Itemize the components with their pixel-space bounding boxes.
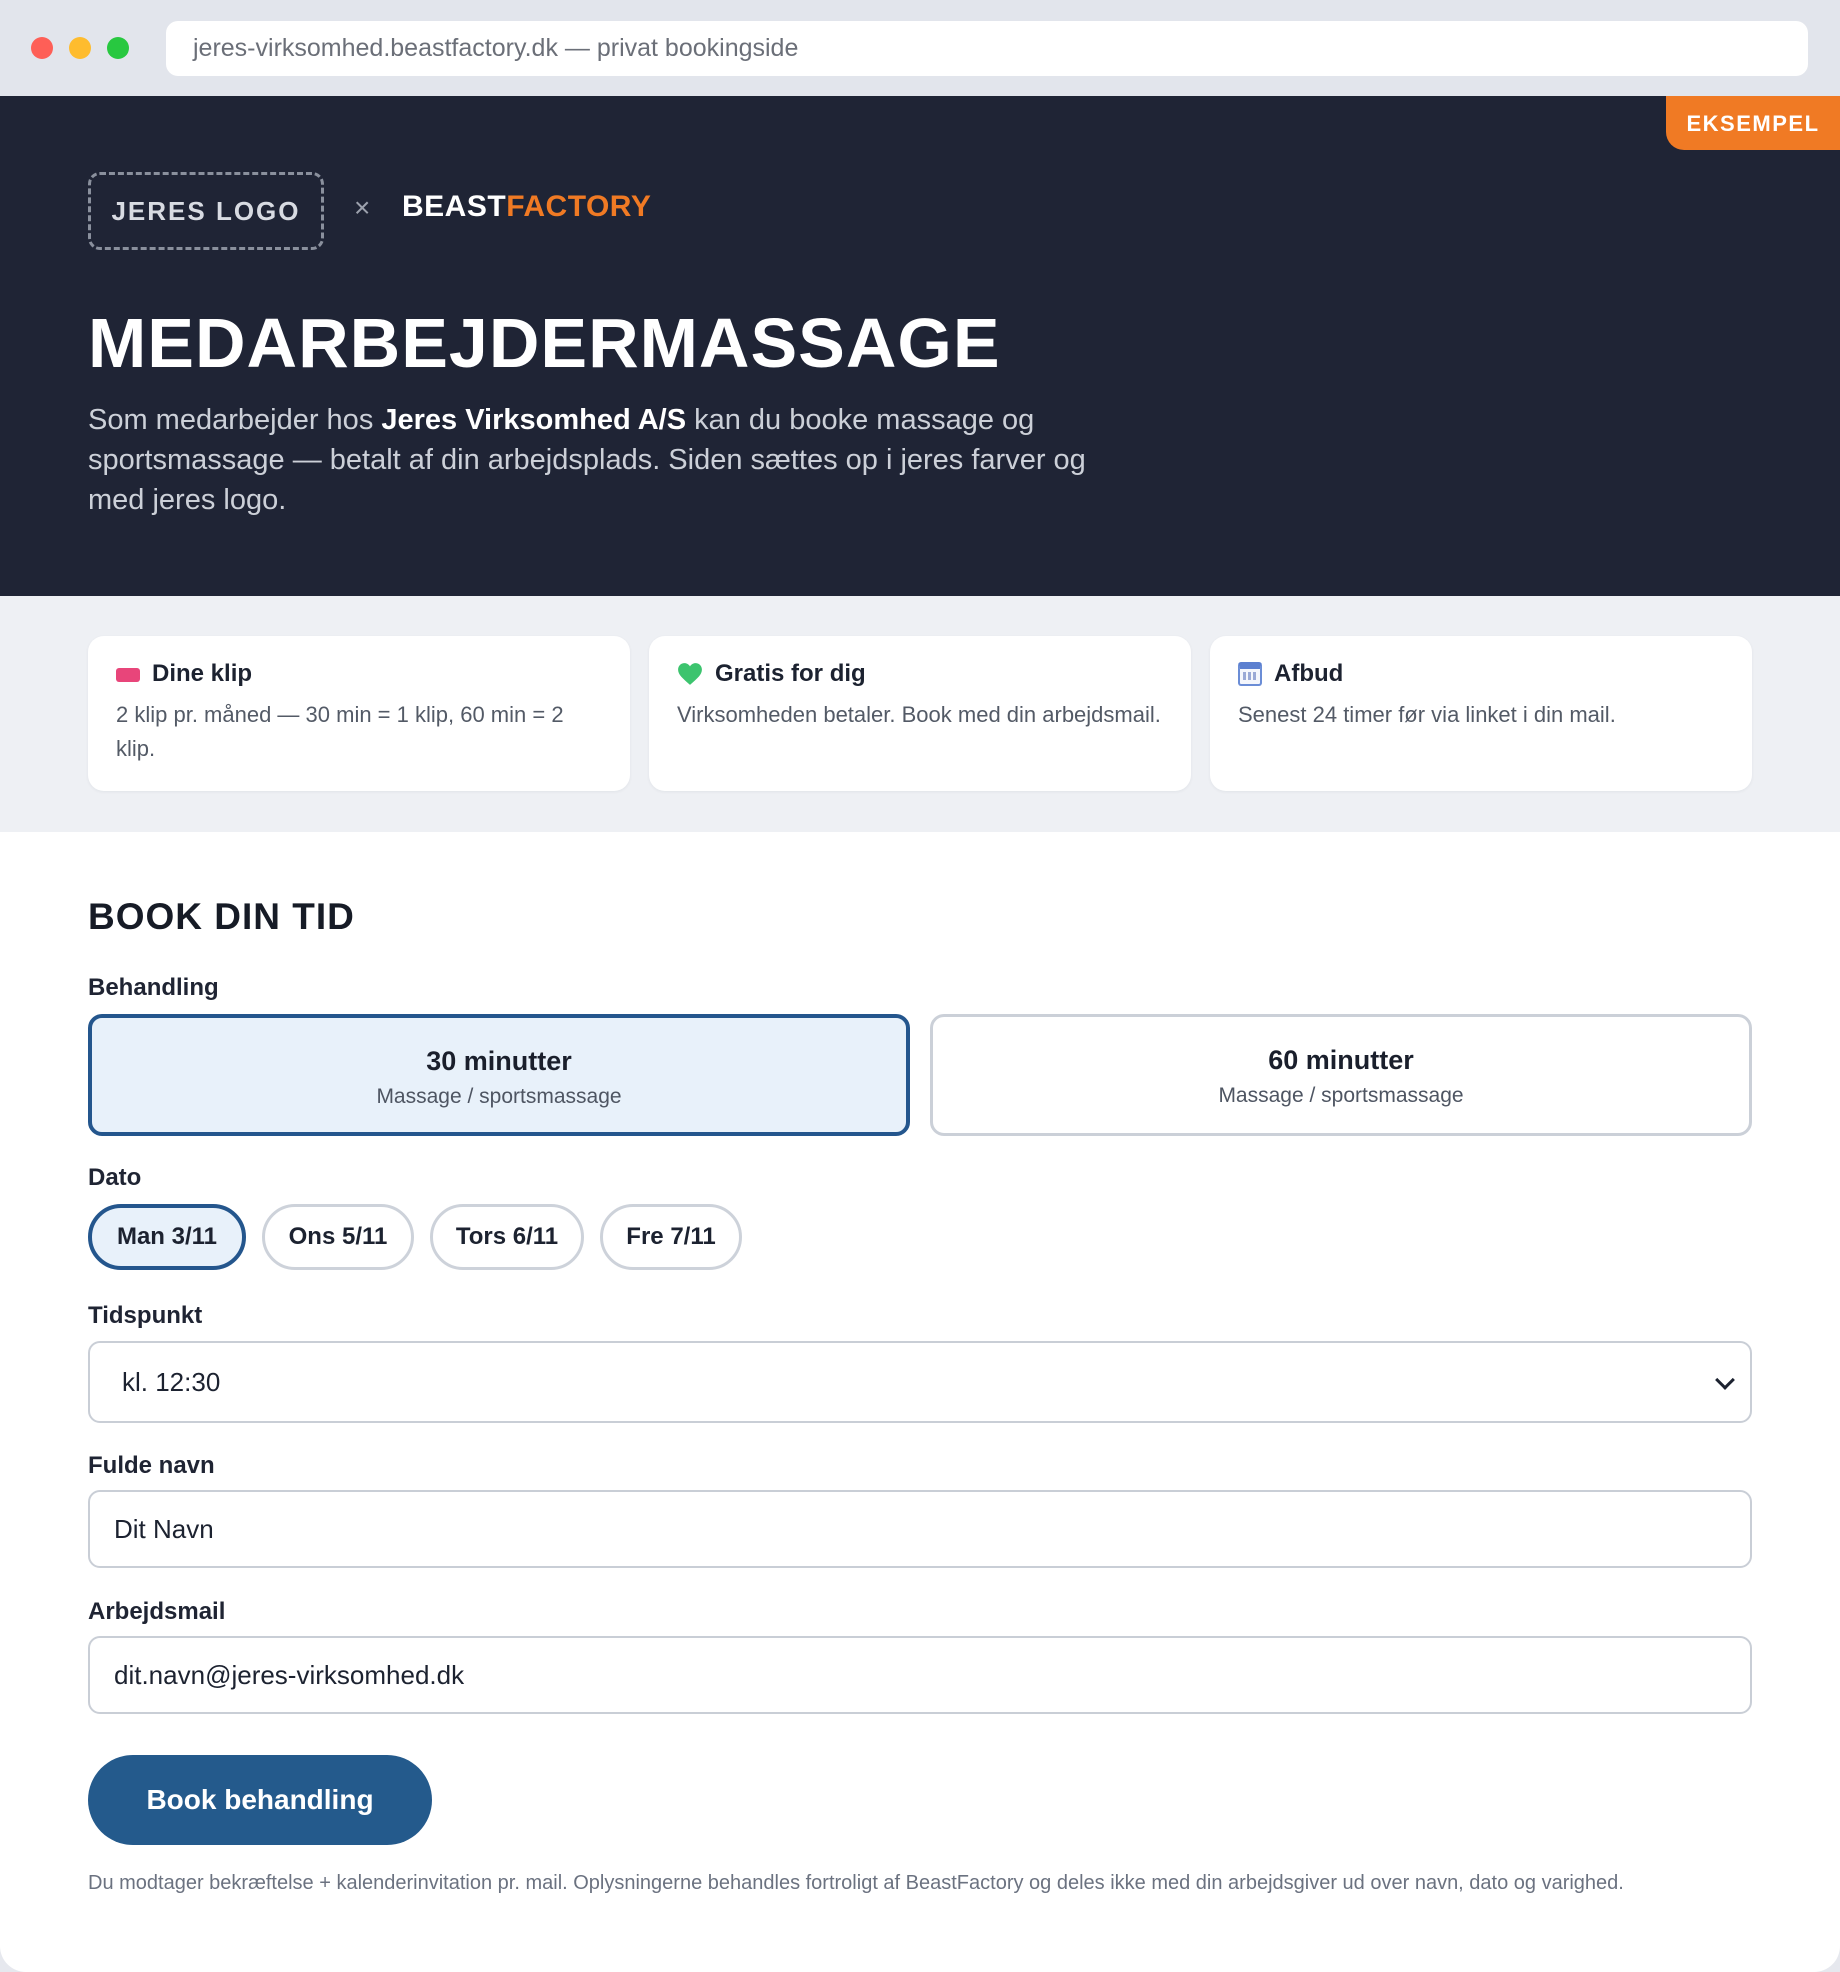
treatment-option-60-min[interactable]: 60 minutter Massage / sportsmassage <box>930 1014 1752 1136</box>
info-cards-section: Dine klip 2 klip pr. måned — 30 min = 1 … <box>0 596 1840 832</box>
treatment-option-subtitle: Massage / sportsmassage <box>1218 1084 1464 1107</box>
full-name-field[interactable]: Dit Navn <box>88 1490 1752 1568</box>
privacy-footnote: Du modtager bekræftelse + kalenderinvita… <box>88 1872 1624 1894</box>
name-label: Fulde navn <box>88 1452 215 1479</box>
maximize-window-button[interactable] <box>107 37 129 59</box>
time-label: Tidspunkt <box>88 1302 203 1329</box>
date-label: Dato <box>88 1164 142 1191</box>
booking-page: EKSEMPEL JERES LOGO × BEASTFACTORY MEDAR… <box>0 96 1840 1972</box>
minimize-window-button[interactable] <box>69 37 91 59</box>
company-logo-placeholder: JERES LOGO <box>88 172 324 250</box>
ticket-icon <box>116 668 140 682</box>
treatment-option-subtitle: Massage / sportsmassage <box>376 1085 622 1108</box>
date-chip-ons-5-11[interactable]: Ons 5/11 <box>262 1204 414 1270</box>
time-select[interactable]: kl. 12:30 <box>88 1341 1752 1423</box>
chevron-down-icon <box>1715 1370 1735 1390</box>
treatment-option-title: 60 minutter <box>1268 1045 1414 1075</box>
treatment-option-title: 30 minutter <box>426 1046 572 1076</box>
info-card-title: Gratis for dig <box>715 660 866 687</box>
book-treatment-button[interactable]: Book behandling <box>88 1755 432 1845</box>
separator-x: × <box>354 192 371 223</box>
info-card-text: Virksomheden betaler. Book med din arbej… <box>677 702 1161 727</box>
close-window-button[interactable] <box>31 37 53 59</box>
brand-part-factory: FACTORY <box>506 190 652 223</box>
email-label: Arbejdsmail <box>88 1598 226 1625</box>
info-card-title: Dine klip <box>152 660 253 687</box>
browser-chrome: jeres-virksomhed.beastfactory.dk — priva… <box>0 0 1840 96</box>
beastfactory-logo: BEASTFACTORY <box>402 190 651 224</box>
green-heart-icon <box>678 663 702 685</box>
date-chip-tors-6-11[interactable]: Tors 6/11 <box>430 1204 584 1270</box>
page-title: MEDARBEJDERMASSAGE <box>88 304 1001 382</box>
work-email-field[interactable]: dit.navn@jeres-virksomhed.dk <box>88 1636 1752 1714</box>
info-card-text: Senest 24 timer før via linket i din mai… <box>1238 702 1616 727</box>
booking-section-title: BOOK DIN TID <box>88 896 355 937</box>
info-card-cancellation: Afbud Senest 24 timer før via linket i d… <box>1210 636 1752 791</box>
company-name: Jeres Virksomhed A/S <box>381 404 687 436</box>
info-card-title: Afbud <box>1274 660 1344 687</box>
date-chip-man-3-11[interactable]: Man 3/11 <box>88 1204 246 1270</box>
address-bar[interactable]: jeres-virksomhed.beastfactory.dk — priva… <box>166 21 1808 76</box>
treatment-option-30-min[interactable]: 30 minutter Massage / sportsmassage <box>88 1014 910 1136</box>
calendar-icon <box>1238 662 1262 686</box>
example-badge: EKSEMPEL <box>1666 96 1840 150</box>
brand-part-beast: BEAST <box>402 190 507 223</box>
hero-section: EKSEMPEL JERES LOGO × BEASTFACTORY MEDAR… <box>0 96 1840 596</box>
treatment-label: Behandling <box>88 974 219 1001</box>
info-card-free: Gratis for dig Virksomheden betaler. Boo… <box>649 636 1191 791</box>
info-card-text: 2 klip pr. måned — 30 min = 1 klip, 60 m… <box>116 702 564 761</box>
time-select-value: kl. 12:30 <box>122 1367 221 1397</box>
hero-desc-before: Som medarbejder hos <box>88 404 382 436</box>
info-card-clips: Dine klip 2 klip pr. måned — 30 min = 1 … <box>88 636 630 791</box>
date-chip-fre-7-11[interactable]: Fre 7/11 <box>600 1204 742 1270</box>
hero-description: Som medarbejder hos Jeres Virksomhed A/S… <box>88 400 1088 520</box>
